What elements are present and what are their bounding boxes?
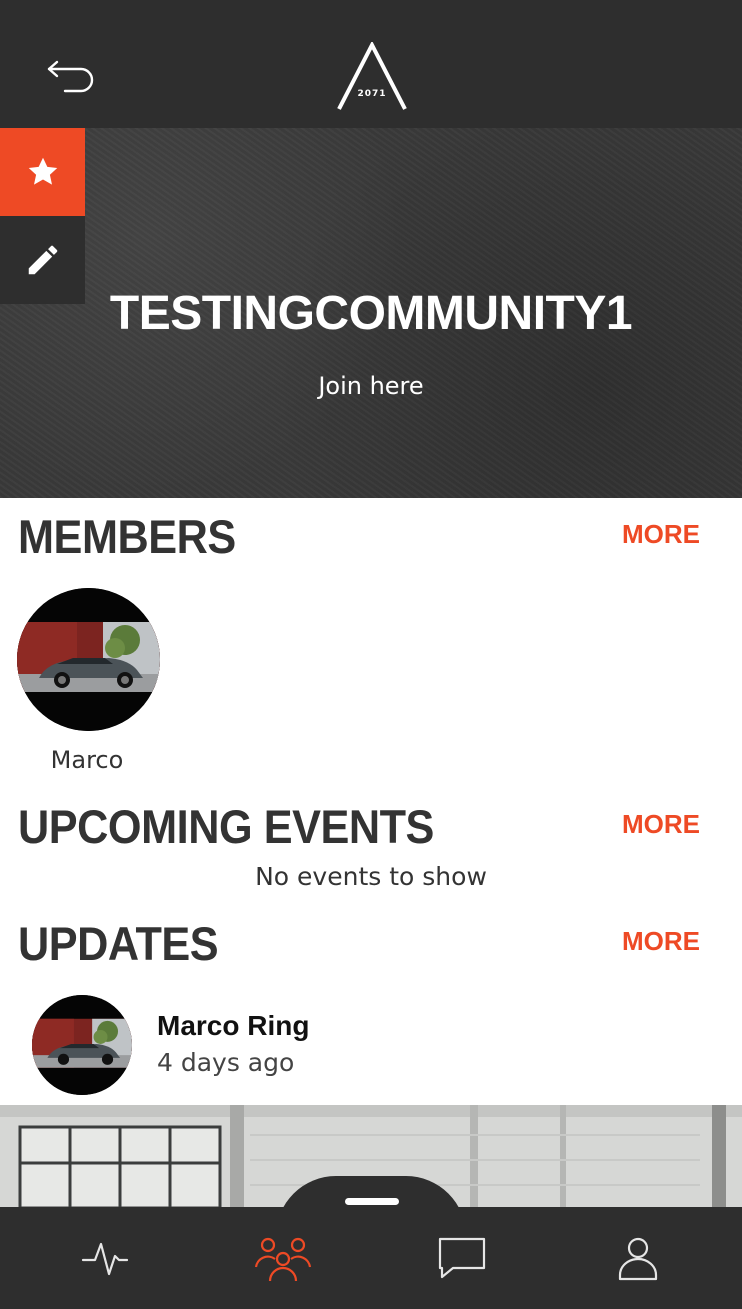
nav-messages[interactable] [407,1207,517,1309]
pencil-icon [28,245,57,275]
events-title: UPCOMING EVENTS [18,800,434,853]
nav-profile[interactable] [583,1207,693,1309]
profile-user-icon [618,1237,658,1281]
members-more-link[interactable]: MORE [622,519,700,550]
logo-text: 2071 [357,89,386,99]
nav-community[interactable] [228,1207,338,1309]
updates-title: UPDATES [18,917,219,970]
events-empty-text: No events to show [255,862,487,891]
community-title: TESTINGCOMMUNITY1 [109,287,633,340]
sheet-drag-handle[interactable] [345,1198,399,1205]
post-author-name[interactable]: Marco Ring [157,1010,309,1042]
bottom-navigation [0,1207,742,1309]
activity-pulse-icon [81,1242,129,1276]
top-bar: 2071 [0,0,742,128]
updates-more-link[interactable]: MORE [622,926,700,957]
members-title: MEMBERS [18,510,236,563]
app-logo[interactable]: 2071 [336,40,408,112]
nav-activity[interactable] [50,1207,160,1309]
favorite-button[interactable] [0,128,85,216]
chat-bubble-icon [438,1237,486,1279]
member-avatar[interactable] [17,588,160,731]
post-timestamp: 4 days ago [157,1048,295,1077]
join-link[interactable]: Join here [0,372,742,400]
events-more-link[interactable]: MORE [622,809,700,840]
undo-arrow-icon [47,60,94,93]
member-name[interactable]: Marco [17,746,157,774]
back-button[interactable] [36,46,106,106]
star-icon [28,157,57,185]
post-author-avatar[interactable] [32,995,132,1095]
community-group-icon [254,1237,312,1282]
